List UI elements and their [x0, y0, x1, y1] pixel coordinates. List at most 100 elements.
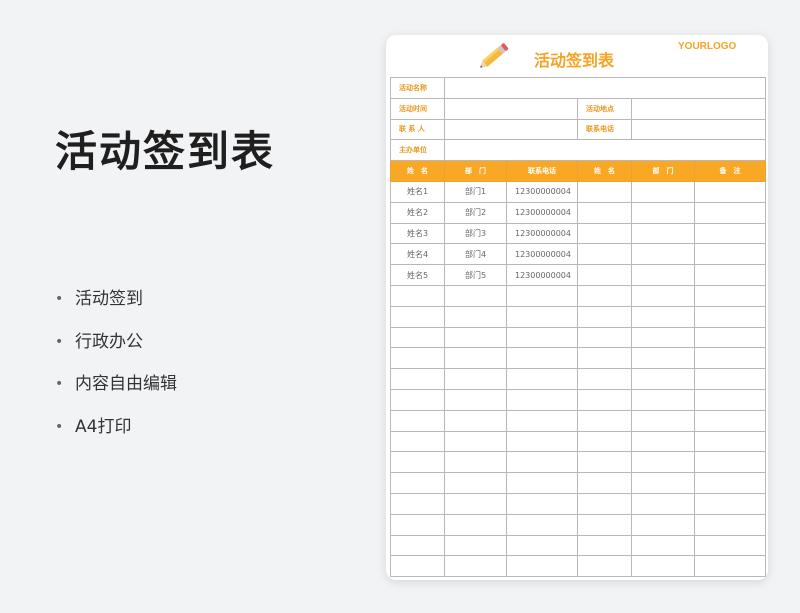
- cell-remark[interactable]: [693, 492, 767, 515]
- cell-remark[interactable]: [693, 243, 767, 266]
- cell-name[interactable]: [390, 513, 445, 536]
- cell-name-2[interactable]: [577, 305, 632, 328]
- cell-phone[interactable]: [506, 326, 578, 349]
- cell-dept-2[interactable]: [631, 513, 695, 536]
- cell-phone[interactable]: [506, 513, 578, 536]
- cell-dept[interactable]: [444, 513, 507, 536]
- cell-phone[interactable]: 12300000004: [506, 201, 578, 224]
- cell-dept-2[interactable]: [631, 534, 695, 557]
- cell-phone[interactable]: [506, 451, 578, 474]
- cell-name-2[interactable]: [577, 347, 632, 370]
- cell-name-2[interactable]: [577, 430, 632, 453]
- activity-time-value[interactable]: [444, 97, 578, 120]
- cell-name-2[interactable]: [577, 284, 632, 307]
- cell-dept[interactable]: [444, 492, 507, 515]
- cell-dept-2[interactable]: [631, 472, 695, 494]
- cell-name[interactable]: 姓名1: [390, 180, 445, 203]
- cell-name[interactable]: [390, 284, 445, 307]
- cell-remark[interactable]: [693, 201, 767, 224]
- cell-remark[interactable]: [693, 513, 767, 536]
- cell-dept[interactable]: [444, 409, 507, 432]
- cell-remark[interactable]: [693, 451, 767, 474]
- cell-dept-2[interactable]: [631, 326, 695, 349]
- cell-name-2[interactable]: [577, 451, 632, 474]
- cell-remark[interactable]: [693, 326, 767, 349]
- cell-phone[interactable]: [506, 409, 578, 432]
- activity-name-value[interactable]: [443, 77, 767, 99]
- cell-name-2[interactable]: [577, 472, 632, 494]
- cell-name[interactable]: 姓名2: [390, 201, 445, 224]
- cell-remark[interactable]: [693, 534, 767, 557]
- cell-phone[interactable]: [506, 492, 578, 515]
- cell-name[interactable]: [390, 534, 445, 557]
- cell-dept-2[interactable]: [631, 347, 695, 370]
- cell-dept[interactable]: [444, 388, 507, 411]
- organizer-value[interactable]: [443, 139, 767, 162]
- cell-dept-2[interactable]: [631, 305, 695, 328]
- cell-phone[interactable]: 12300000004: [506, 222, 578, 245]
- cell-name-2[interactable]: [577, 388, 632, 411]
- cell-dept[interactable]: [444, 305, 507, 328]
- cell-name[interactable]: [390, 368, 445, 390]
- activity-place-value[interactable]: [630, 97, 767, 120]
- cell-dept-2[interactable]: [631, 430, 695, 453]
- contact-phone-value[interactable]: [630, 118, 767, 141]
- cell-name-2[interactable]: [577, 409, 632, 432]
- cell-phone[interactable]: 12300000004: [506, 243, 578, 266]
- cell-phone[interactable]: [506, 388, 578, 411]
- cell-dept[interactable]: [444, 472, 507, 494]
- cell-dept-2[interactable]: [631, 388, 695, 411]
- cell-name[interactable]: [390, 492, 445, 515]
- cell-dept-2[interactable]: [631, 201, 695, 224]
- cell-dept[interactable]: 部门5: [444, 264, 507, 286]
- cell-remark[interactable]: [693, 180, 767, 203]
- cell-name[interactable]: [390, 430, 445, 453]
- cell-dept-2[interactable]: [631, 180, 695, 203]
- cell-remark[interactable]: [693, 388, 767, 411]
- cell-dept-2[interactable]: [631, 264, 695, 286]
- cell-remark[interactable]: [693, 264, 767, 286]
- cell-name-2[interactable]: [577, 180, 632, 203]
- cell-dept[interactable]: 部门2: [444, 201, 507, 224]
- cell-name-2[interactable]: [577, 222, 632, 245]
- cell-name[interactable]: [390, 347, 445, 370]
- cell-name-2[interactable]: [577, 513, 632, 536]
- cell-remark[interactable]: [693, 409, 767, 432]
- cell-dept[interactable]: 部门1: [444, 180, 507, 203]
- cell-name[interactable]: 姓名5: [390, 264, 445, 286]
- cell-name[interactable]: [390, 305, 445, 328]
- cell-remark[interactable]: [693, 368, 767, 390]
- cell-name[interactable]: [390, 409, 445, 432]
- cell-phone[interactable]: [506, 430, 578, 453]
- cell-remark[interactable]: [693, 472, 767, 494]
- cell-name[interactable]: 姓名4: [390, 243, 445, 266]
- cell-remark[interactable]: [693, 347, 767, 370]
- cell-dept-2[interactable]: [631, 409, 695, 432]
- cell-name-2[interactable]: [577, 368, 632, 390]
- cell-phone[interactable]: [506, 534, 578, 557]
- cell-dept[interactable]: 部门4: [444, 243, 507, 266]
- cell-dept[interactable]: [444, 368, 507, 390]
- cell-name-2[interactable]: [577, 555, 632, 578]
- cell-name-2[interactable]: [577, 492, 632, 515]
- cell-dept-2[interactable]: [631, 368, 695, 390]
- cell-phone[interactable]: [506, 368, 578, 390]
- cell-dept-2[interactable]: [631, 555, 695, 578]
- cell-remark[interactable]: [693, 222, 767, 245]
- cell-phone[interactable]: [506, 347, 578, 370]
- cell-name[interactable]: [390, 326, 445, 349]
- cell-dept[interactable]: [444, 430, 507, 453]
- cell-dept[interactable]: [444, 326, 507, 349]
- cell-name-2[interactable]: [577, 243, 632, 266]
- cell-remark[interactable]: [693, 430, 767, 453]
- cell-remark[interactable]: [693, 305, 767, 328]
- cell-dept[interactable]: [444, 534, 507, 557]
- cell-phone[interactable]: [506, 284, 578, 307]
- cell-dept[interactable]: [444, 451, 507, 474]
- cell-phone[interactable]: 12300000004: [506, 180, 578, 203]
- cell-phone[interactable]: [506, 555, 578, 578]
- cell-remark[interactable]: [693, 284, 767, 307]
- cell-name[interactable]: [390, 388, 445, 411]
- cell-name-2[interactable]: [577, 264, 632, 286]
- cell-phone[interactable]: [506, 472, 578, 494]
